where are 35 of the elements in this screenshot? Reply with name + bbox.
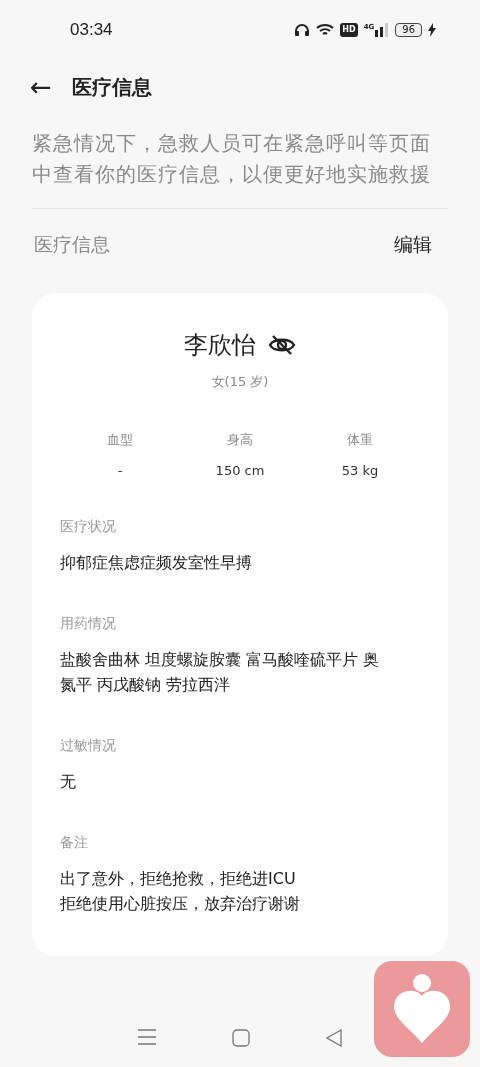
field-value: 抑郁症焦虑症频发室性早搏 [60, 552, 252, 574]
eye-off-icon[interactable] [268, 334, 296, 356]
stat-value: 53 kg [341, 463, 379, 478]
gender-age: 女(15 岁) [210, 373, 270, 391]
status-time: 03:34 [70, 20, 113, 40]
page-title: 医疗信息 [71, 73, 152, 101]
menu-icon[interactable] [138, 1029, 156, 1045]
field-label: 用药情况 [60, 615, 116, 633]
edit-button[interactable]: 编辑 [394, 232, 432, 258]
stat-value: - [117, 463, 123, 478]
field-label: 过敏情况 [60, 737, 116, 755]
stat-label: 体重 [347, 431, 373, 449]
charging-icon [428, 23, 436, 37]
field-label: 备注 [60, 834, 88, 852]
stat-label: 身高 [227, 431, 253, 449]
person-name: 李欣怡 [184, 330, 256, 361]
hd-badge: HD [340, 23, 358, 37]
signal-icon [375, 23, 390, 37]
description-text: 紧急情况下，急救人员可在紧急呼叫等页面中查看你的医疗信息，以便更好地实施救援 [32, 130, 432, 188]
heart-app-icon[interactable] [374, 961, 470, 1057]
headphones-icon [294, 23, 311, 37]
battery-indicator: 96 [395, 23, 422, 37]
field-value: 拒绝使用心脏按压，放弃治疗谢谢 [60, 893, 300, 915]
field-value: 盐酸舍曲林 坦度螺旋胺囊 富马酸喹硫平片 奥 [60, 649, 380, 671]
field-value: 氮平 丙戊酸钠 劳拉西泮 [60, 674, 232, 696]
back-button[interactable]: ← [30, 72, 52, 102]
back-icon[interactable] [326, 1029, 342, 1047]
field-label: 医疗状况 [60, 518, 116, 536]
home-icon[interactable] [232, 1029, 250, 1047]
field-value: 出了意外，拒绝抢救，拒绝进ICU [60, 868, 297, 890]
wifi-icon [316, 23, 335, 37]
stat-value: 150 cm [215, 463, 265, 478]
field-value: 无 [60, 771, 76, 793]
section-title: 医疗信息 [34, 232, 110, 257]
stat-label: 血型 [107, 431, 133, 449]
